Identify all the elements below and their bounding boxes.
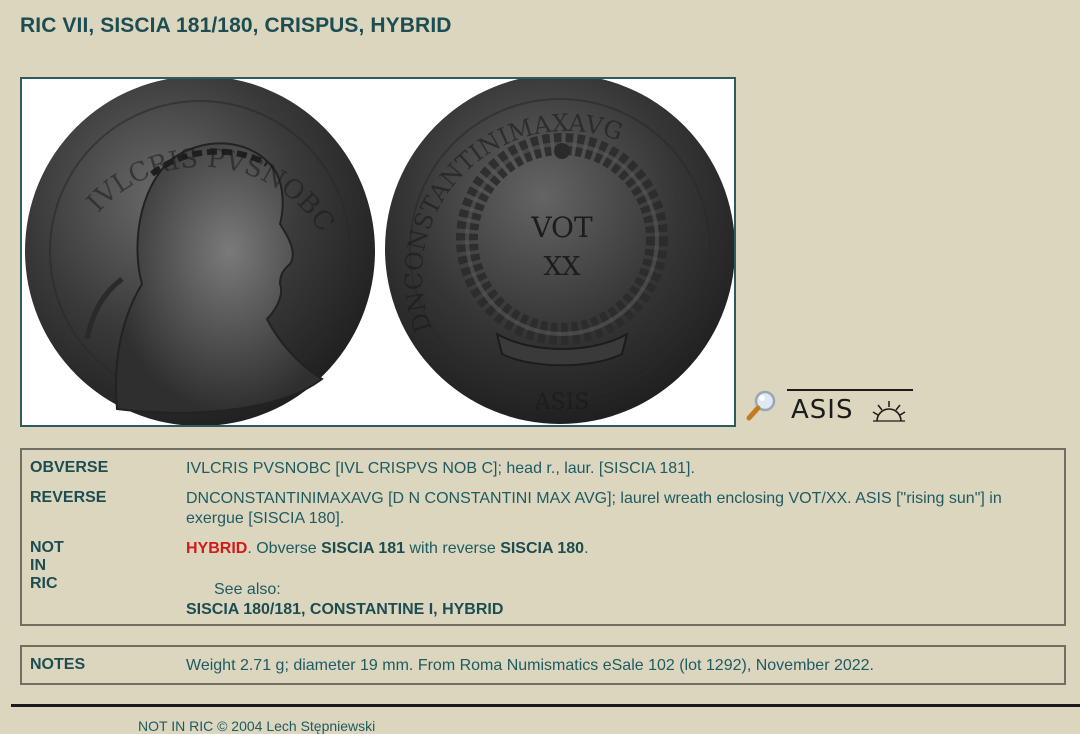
exergue-text: ASIS — [534, 390, 590, 415]
notes-label: NOTES — [30, 656, 86, 673]
magnifier-icon[interactable] — [745, 388, 779, 422]
reverse-value: DNCONSTANTINIMAXAVG [D N CONSTANTINI MAX… — [186, 490, 1002, 527]
footer-copyright: NOT IN RIC © 2004 Lech Stępniewski — [138, 718, 376, 734]
obverse-value: IVLCRIS PVSNOBC [IVL CRISPVS NOB C]; hea… — [186, 460, 695, 477]
notes-value: Weight 2.71 g; diameter 19 mm. From Roma… — [186, 657, 874, 674]
mint-mark-bar — [787, 389, 913, 391]
reverse-ref: SISCIA 180 — [500, 540, 585, 557]
not-in-ric-label: NOT IN RIC — [30, 539, 64, 592]
footer-divider — [11, 704, 1080, 707]
hybrid-text-3: . — [584, 540, 589, 557]
coin-image[interactable]: IVLCRIS PVSNOBC VOT XX ASIS DNCONSTANTIN… — [20, 77, 736, 427]
see-also-link[interactable]: SISCIA 180/181, CONSTANTINE I, HYBRID — [186, 601, 503, 618]
rising-sun-icon — [872, 401, 906, 422]
description-table: OBVERSE IVLCRIS PVSNOBC [IVL CRISPVS NOB… — [20, 448, 1066, 626]
obverse-coin: IVLCRIS PVSNOBC — [25, 79, 375, 425]
hybrid-text-1: . Obverse — [247, 540, 322, 557]
not-in-ric-value: HYBRID. Obverse SISCIA 181 with reverse … — [186, 539, 1046, 620]
mint-mark-text: ASIS — [791, 395, 854, 425]
reverse-label: REVERSE — [30, 489, 107, 506]
hybrid-label: HYBRID — [186, 540, 248, 557]
reverse-xx-text: XX — [543, 252, 581, 282]
obverse-ref: SISCIA 181 — [321, 540, 406, 557]
hybrid-text-2: with reverse — [405, 540, 501, 557]
obverse-label: OBVERSE — [30, 459, 109, 476]
reverse-vot-text: VOT — [530, 211, 593, 244]
page-title: RIC VII, SISCIA 181/180, CRISPUS, HYBRID — [20, 14, 452, 37]
mint-mark: ASIS — [787, 389, 913, 429]
reverse-coin: VOT XX ASIS DNCONSTANTINIMAXAVG — [385, 79, 734, 424]
see-also-label: See also: — [214, 581, 281, 598]
notes-table: NOTES Weight 2.71 g; diameter 19 mm. Fro… — [20, 645, 1066, 685]
